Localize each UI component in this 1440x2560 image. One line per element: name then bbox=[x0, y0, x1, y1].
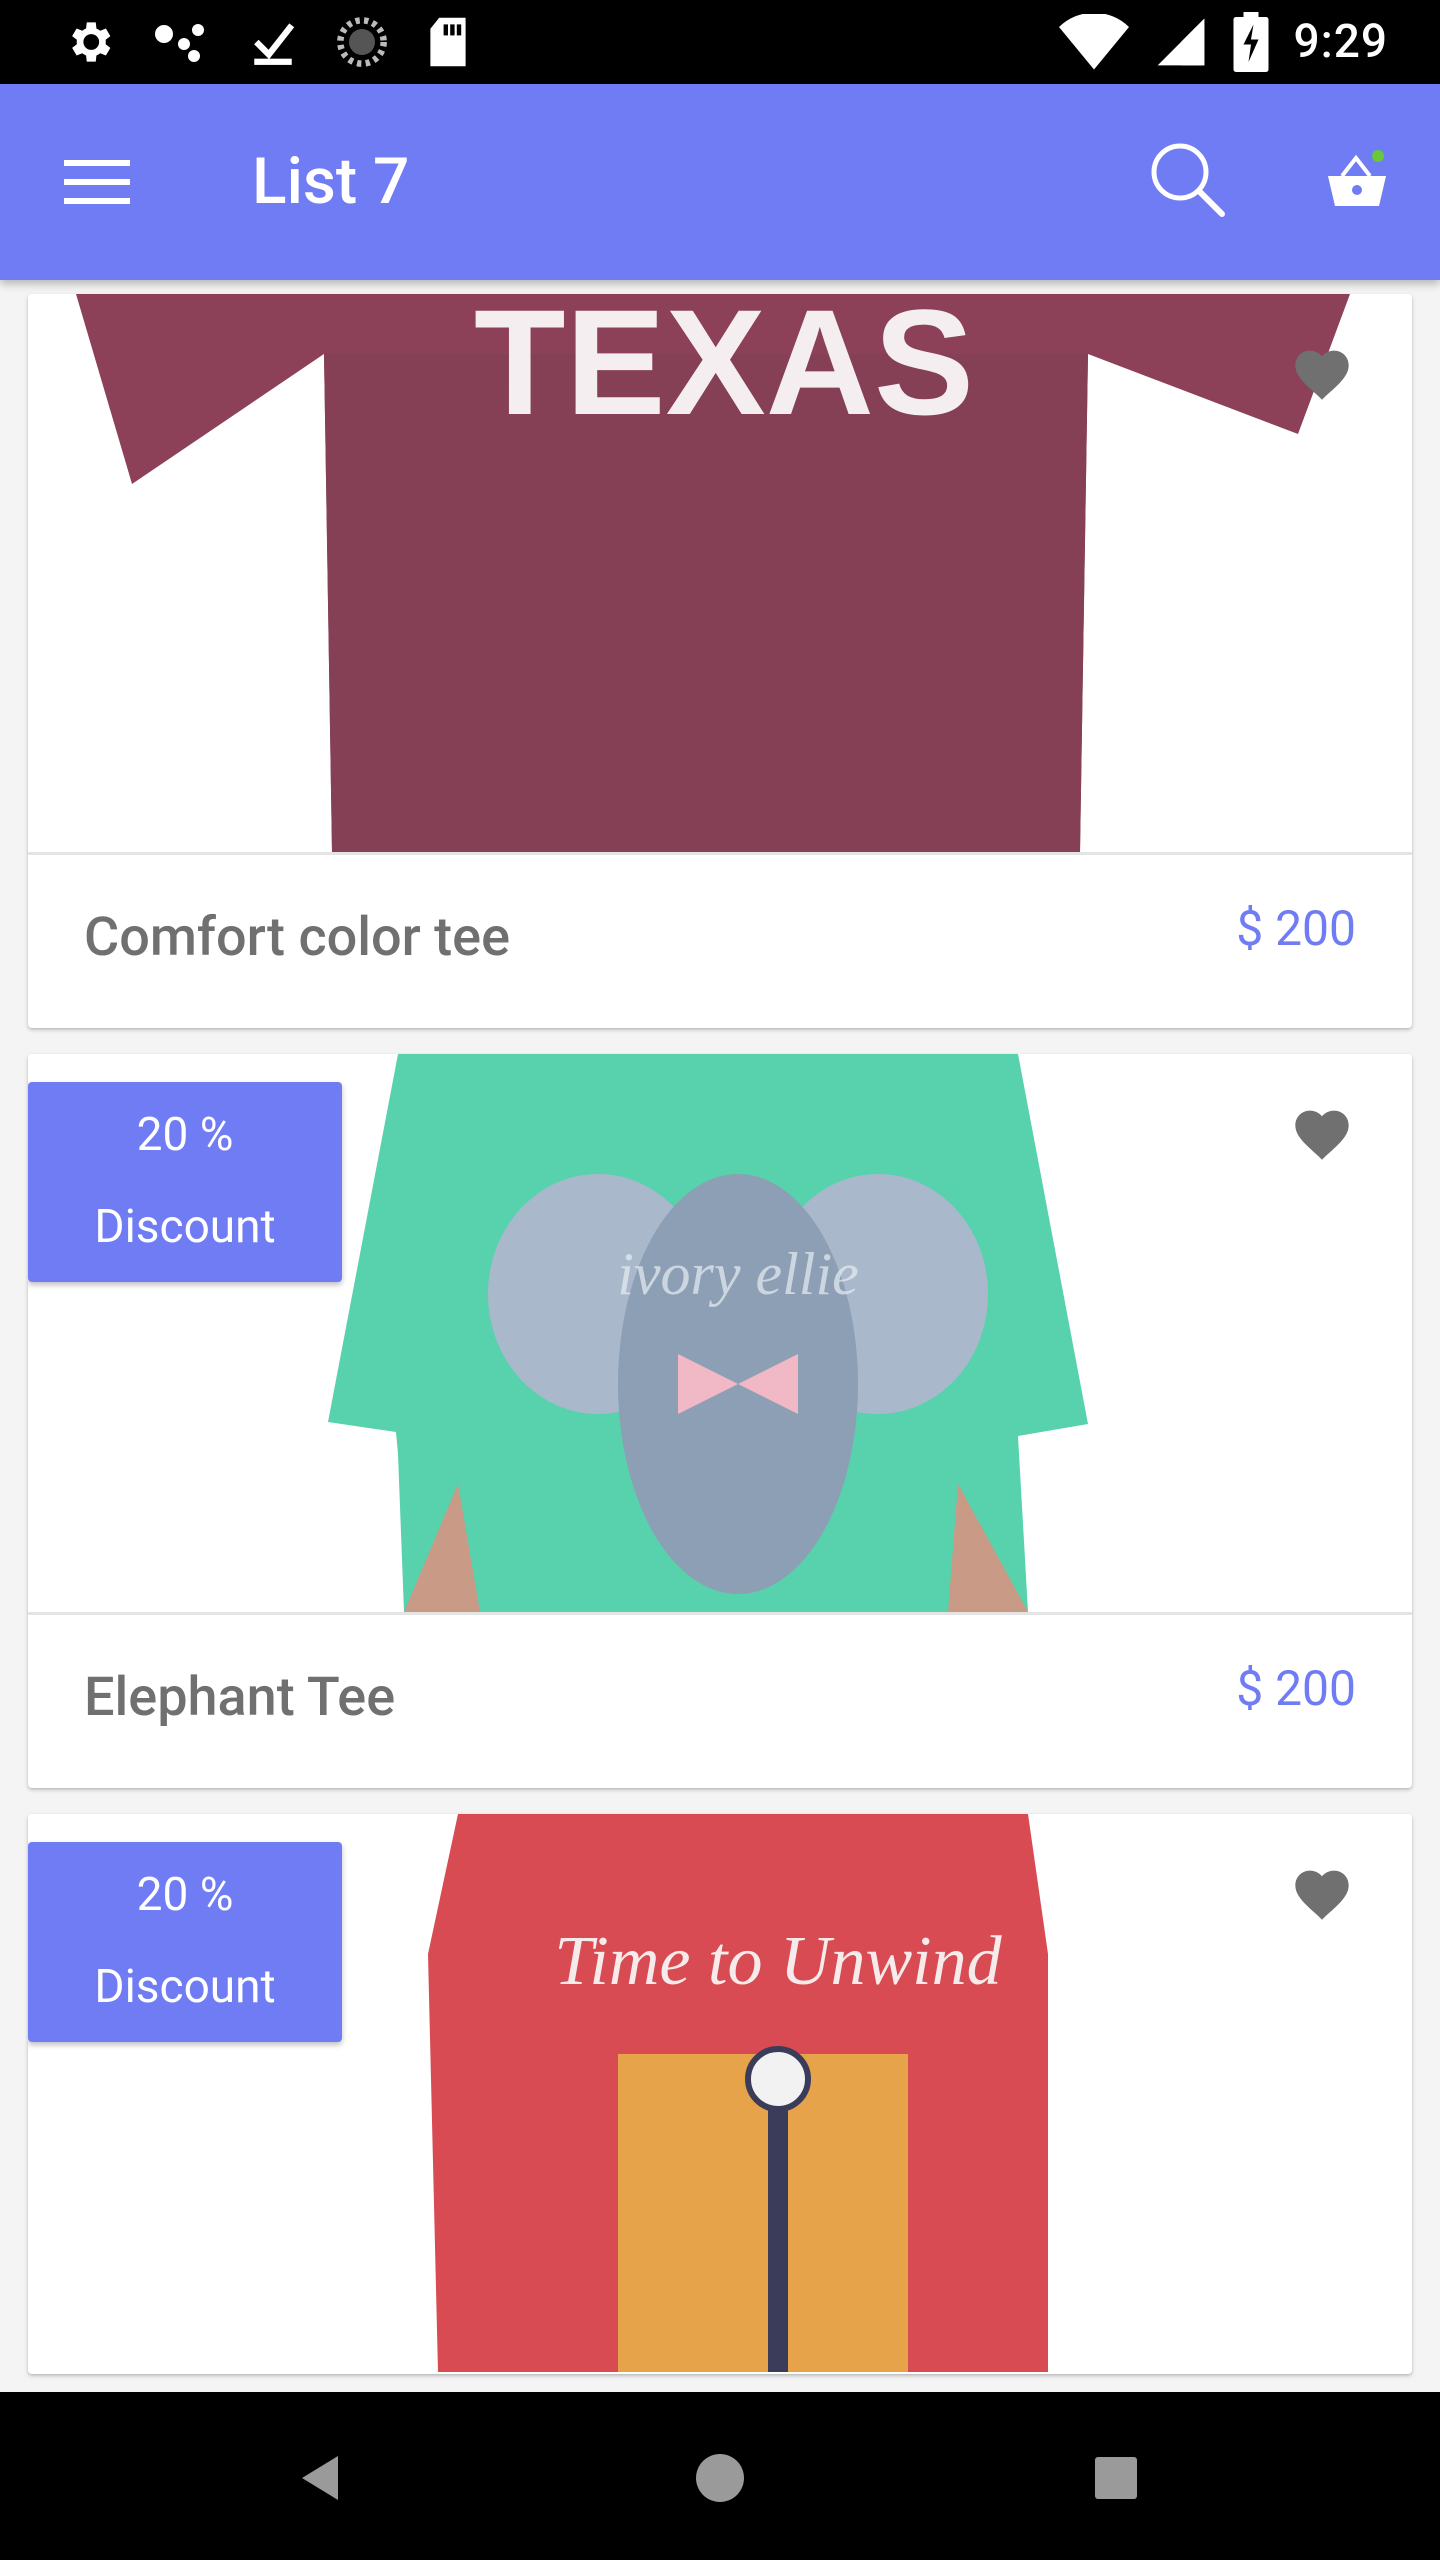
product-card[interactable]: ivory ellie 20 % Discount Elephant Tee $… bbox=[28, 1054, 1412, 1788]
home-button[interactable] bbox=[684, 2442, 756, 2514]
recents-button[interactable] bbox=[1080, 2442, 1152, 2514]
sync-circle-icon bbox=[337, 17, 387, 67]
favorite-button[interactable] bbox=[1290, 1862, 1354, 1922]
search-button[interactable] bbox=[1148, 140, 1228, 220]
home-icon bbox=[696, 2454, 744, 2502]
favorite-button[interactable] bbox=[1290, 1102, 1354, 1162]
discount-badge: 20 % Discount bbox=[28, 1082, 342, 1282]
product-card[interactable]: Time to Unwind 20 % Discount bbox=[28, 1814, 1412, 2374]
maroon-texas-tshirt: TEXAS bbox=[28, 294, 1412, 852]
discount-label: Discount bbox=[94, 1200, 276, 1254]
status-left-icons bbox=[62, 14, 470, 70]
back-icon bbox=[302, 2456, 338, 2500]
product-name: Elephant Tee bbox=[84, 1666, 396, 1729]
search-icon bbox=[1151, 143, 1225, 217]
back-button[interactable] bbox=[284, 2442, 356, 2514]
product-price: $ 200 bbox=[1236, 900, 1356, 957]
card-divider bbox=[28, 1612, 1412, 1615]
menu-icon bbox=[64, 160, 130, 204]
heart-icon bbox=[1295, 1110, 1349, 1160]
product-card[interactable]: TEXAS Comfort color tee $ 200 bbox=[28, 294, 1412, 1028]
discount-percent: 20 % bbox=[136, 1868, 234, 1922]
svg-text:Time to Unwind: Time to Unwind bbox=[554, 1923, 1002, 2000]
product-list: TEXAS Comfort color tee $ 200 ivory elli… bbox=[0, 280, 1440, 2392]
svg-text:TEXAS: TEXAS bbox=[474, 294, 974, 446]
sd-card-icon bbox=[430, 17, 466, 67]
heart-icon bbox=[1295, 350, 1349, 400]
wifi-icon bbox=[1059, 14, 1130, 70]
product-image[interactable]: TEXAS bbox=[28, 294, 1412, 852]
menu-button[interactable] bbox=[64, 156, 132, 208]
product-price: $ 200 bbox=[1236, 1660, 1356, 1717]
system-nav-bar bbox=[0, 2392, 1440, 2560]
svg-text:ivory ellie: ivory ellie bbox=[617, 1241, 859, 1307]
battery-charging-icon bbox=[1233, 12, 1269, 72]
discount-percent: 20 % bbox=[136, 1108, 234, 1162]
cart-button[interactable] bbox=[1320, 146, 1394, 220]
status-bar: 9:29 bbox=[0, 0, 1440, 84]
basket-icon bbox=[1328, 150, 1386, 206]
download-done-icon bbox=[254, 23, 295, 65]
heart-icon bbox=[1295, 1870, 1349, 1920]
cart-notification-dot bbox=[1372, 150, 1384, 162]
cell-signal-icon bbox=[1158, 18, 1205, 66]
card-divider bbox=[28, 852, 1412, 855]
status-right-icons: 9:29 bbox=[1059, 10, 1388, 74]
settings-icon bbox=[72, 22, 111, 62]
recents-icon bbox=[1095, 2457, 1137, 2499]
favorite-button[interactable] bbox=[1290, 342, 1354, 402]
assistant-dots-icon bbox=[155, 24, 204, 62]
status-time: 9:29 bbox=[1293, 15, 1388, 69]
app-bar: List 7 bbox=[0, 84, 1440, 280]
discount-label: Discount bbox=[94, 1960, 276, 2014]
page-title: List 7 bbox=[252, 144, 410, 219]
product-name: Comfort color tee bbox=[84, 906, 511, 969]
discount-badge: 20 % Discount bbox=[28, 1842, 342, 2042]
